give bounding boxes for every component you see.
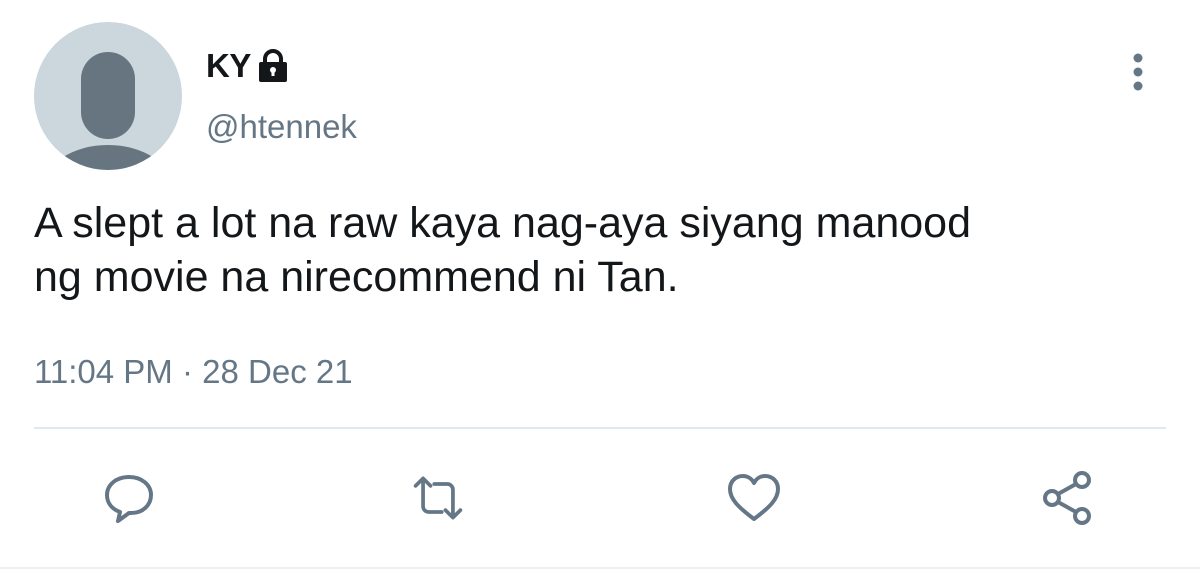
default-avatar-icon — [49, 52, 167, 170]
user-name-row: KY — [206, 46, 289, 86]
more-options-button[interactable] — [1120, 48, 1156, 96]
retweet-icon — [413, 476, 463, 520]
reply-icon — [105, 475, 153, 523]
tweet-text: A slept a lot na raw kaya nag-aya siyang… — [34, 196, 1164, 304]
share-button[interactable] — [1040, 470, 1096, 526]
tweet-text-line: ng movie na nirecommend ni Tan. — [34, 253, 679, 301]
more-vertical-icon — [1133, 53, 1143, 91]
tweet-text-line: A slept a lot na raw kaya nag-aya siyang… — [34, 199, 972, 247]
lock-icon — [257, 49, 289, 83]
heart-icon — [728, 474, 780, 521]
share-icon — [1043, 471, 1091, 525]
avatar[interactable] — [34, 22, 182, 170]
tweet-timestamp[interactable]: 11:04 PM · 28 Dec 21 — [34, 353, 353, 391]
user-handle[interactable]: @htennek — [206, 108, 357, 146]
meta-separator: · — [181, 353, 193, 390]
tweet-date: 28 Dec 21 — [202, 353, 353, 390]
divider — [34, 427, 1166, 429]
retweet-button[interactable] — [410, 470, 466, 526]
display-name[interactable]: KY — [206, 47, 251, 85]
bottom-border — [0, 567, 1200, 569]
like-button[interactable] — [726, 470, 782, 526]
tweet-card: KY @htennek A slept a lot na raw kaya na… — [0, 0, 1200, 583]
reply-button[interactable] — [101, 470, 157, 526]
tweet-time: 11:04 PM — [34, 353, 173, 390]
